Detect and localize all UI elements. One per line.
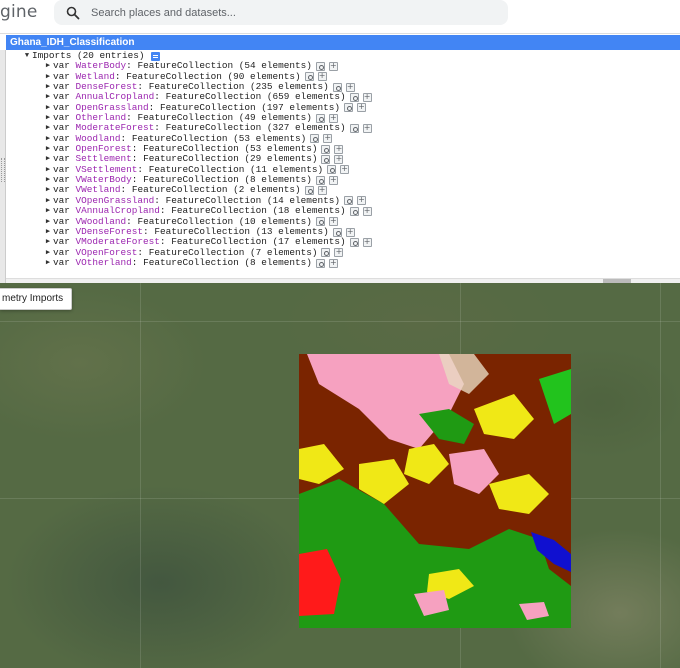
center-map-icon[interactable]: [315, 217, 325, 227]
import-count: (8 elements): [244, 256, 312, 268]
add-layer-icon[interactable]: [334, 154, 344, 164]
import-count: (18 elements): [272, 205, 346, 217]
add-layer-icon[interactable]: [362, 123, 372, 133]
center-map-icon[interactable]: [343, 196, 353, 206]
caret-right-icon[interactable]: ▶: [43, 185, 53, 195]
center-map-icon[interactable]: [349, 93, 359, 103]
map-grid-line: [0, 321, 680, 322]
add-layer-icon[interactable]: [345, 82, 355, 92]
caret-right-icon[interactable]: ▶: [43, 123, 53, 133]
app-brand: gine: [0, 2, 38, 22]
caret-right-icon[interactable]: ▶: [43, 113, 53, 123]
import-entry[interactable]: ▶ var VOtherland: FeatureCollection (8 el…: [22, 256, 672, 268]
resize-grip-icon[interactable]: [1, 158, 5, 182]
center-map-icon[interactable]: [327, 165, 337, 175]
import-name[interactable]: VOtherland: [76, 257, 132, 268]
import-colon: :: [131, 256, 144, 268]
map-grid-line: [140, 283, 141, 668]
caret-right-icon[interactable]: ▶: [43, 196, 53, 206]
add-layer-icon[interactable]: [334, 247, 344, 258]
caret-right-icon[interactable]: ▶: [43, 82, 53, 92]
add-layer-icon[interactable]: [345, 227, 355, 237]
geometry-imports-button[interactable]: metry Imports: [0, 288, 73, 310]
add-layer-icon[interactable]: [328, 175, 338, 185]
import-name[interactable]: VAnnualCropland: [76, 205, 160, 216]
classification-layer: [299, 354, 571, 628]
caret-right-icon[interactable]: ▶: [43, 144, 53, 154]
caret-right-icon[interactable]: ▶: [43, 227, 53, 237]
center-map-icon[interactable]: [349, 206, 359, 216]
center-map-icon[interactable]: [315, 113, 325, 123]
caret-right-icon[interactable]: ▶: [43, 165, 53, 175]
import-type: FeatureCollection: [171, 236, 267, 248]
code-editor-panel: Ghana_IDH_Classification ▼ Imports (20 e…: [0, 33, 680, 284]
import-count: (17 elements): [272, 236, 346, 248]
var-keyword: var: [53, 256, 70, 268]
import-colon: :: [159, 205, 172, 217]
center-map-icon[interactable]: [332, 227, 342, 237]
caret-right-icon[interactable]: ▶: [43, 134, 53, 144]
center-map-icon[interactable]: [310, 134, 320, 144]
add-layer-icon[interactable]: [356, 195, 366, 206]
add-layer-icon[interactable]: [328, 258, 338, 268]
caret-right-icon[interactable]: ▶: [43, 206, 53, 216]
search-input[interactable]: [91, 6, 471, 19]
search-icon: [66, 6, 80, 19]
center-map-icon[interactable]: [304, 186, 314, 196]
top-bar: gine: [0, 0, 680, 32]
center-map-icon[interactable]: [349, 237, 359, 247]
center-map-icon[interactable]: [321, 144, 331, 154]
center-map-icon[interactable]: [304, 72, 314, 82]
panel-gutter[interactable]: [0, 50, 6, 284]
map-view[interactable]: metry Imports: [0, 283, 680, 668]
caret-right-icon[interactable]: ▶: [43, 237, 53, 247]
center-map-icon[interactable]: [315, 62, 325, 72]
var-keyword: var: [53, 205, 70, 217]
caret-right-icon[interactable]: ▶: [43, 248, 53, 258]
add-layer-icon[interactable]: [362, 92, 372, 102]
add-layer-icon[interactable]: [362, 237, 372, 247]
add-layer-icon[interactable]: [317, 185, 327, 195]
center-map-icon[interactable]: [349, 124, 359, 134]
caret-right-icon[interactable]: ▶: [43, 258, 53, 268]
caret-down-icon[interactable]: ▼: [22, 51, 32, 61]
caret-right-icon[interactable]: ▶: [43, 61, 53, 71]
search-box[interactable]: [54, 0, 508, 25]
map-grid-line: [660, 283, 661, 668]
add-layer-icon[interactable]: [334, 144, 344, 154]
import-name[interactable]: VModerateForest: [76, 236, 160, 247]
show-script-icon[interactable]: [150, 51, 160, 61]
add-layer-icon[interactable]: [323, 133, 333, 144]
center-map-icon[interactable]: [321, 155, 331, 165]
caret-right-icon[interactable]: ▶: [43, 154, 53, 164]
import-colon: :: [159, 236, 172, 248]
center-map-icon[interactable]: [332, 82, 342, 92]
center-map-icon[interactable]: [321, 248, 331, 258]
add-layer-icon[interactable]: [340, 164, 350, 175]
center-map-icon[interactable]: [343, 103, 353, 113]
center-map-icon[interactable]: [315, 258, 325, 268]
import-entry[interactable]: ▶ var VModerateForest: FeatureCollection …: [22, 236, 672, 248]
add-layer-icon[interactable]: [328, 113, 338, 123]
import-type: FeatureCollection: [171, 205, 267, 217]
var-keyword: var: [53, 236, 70, 248]
add-layer-icon[interactable]: [317, 71, 327, 82]
classification-image: [299, 354, 571, 628]
add-layer-icon[interactable]: [328, 216, 338, 227]
caret-right-icon[interactable]: ▶: [43, 92, 53, 102]
caret-right-icon[interactable]: ▶: [43, 217, 53, 227]
caret-right-icon[interactable]: ▶: [43, 175, 53, 185]
imports-list: ▼ Imports (20 entries) ▶ var WaterBody: F…: [22, 50, 672, 268]
script-title: Ghana_IDH_Classification: [6, 35, 680, 50]
caret-right-icon[interactable]: ▶: [43, 72, 53, 82]
caret-right-icon[interactable]: ▶: [43, 103, 53, 113]
import-entry[interactable]: ▶ var VAnnualCropland: FeatureCollection …: [22, 205, 672, 217]
center-map-icon[interactable]: [315, 175, 325, 185]
add-layer-icon[interactable]: [362, 206, 372, 216]
add-layer-icon[interactable]: [328, 61, 338, 71]
add-layer-icon[interactable]: [356, 102, 366, 113]
import-type: FeatureCollection: [143, 256, 239, 268]
